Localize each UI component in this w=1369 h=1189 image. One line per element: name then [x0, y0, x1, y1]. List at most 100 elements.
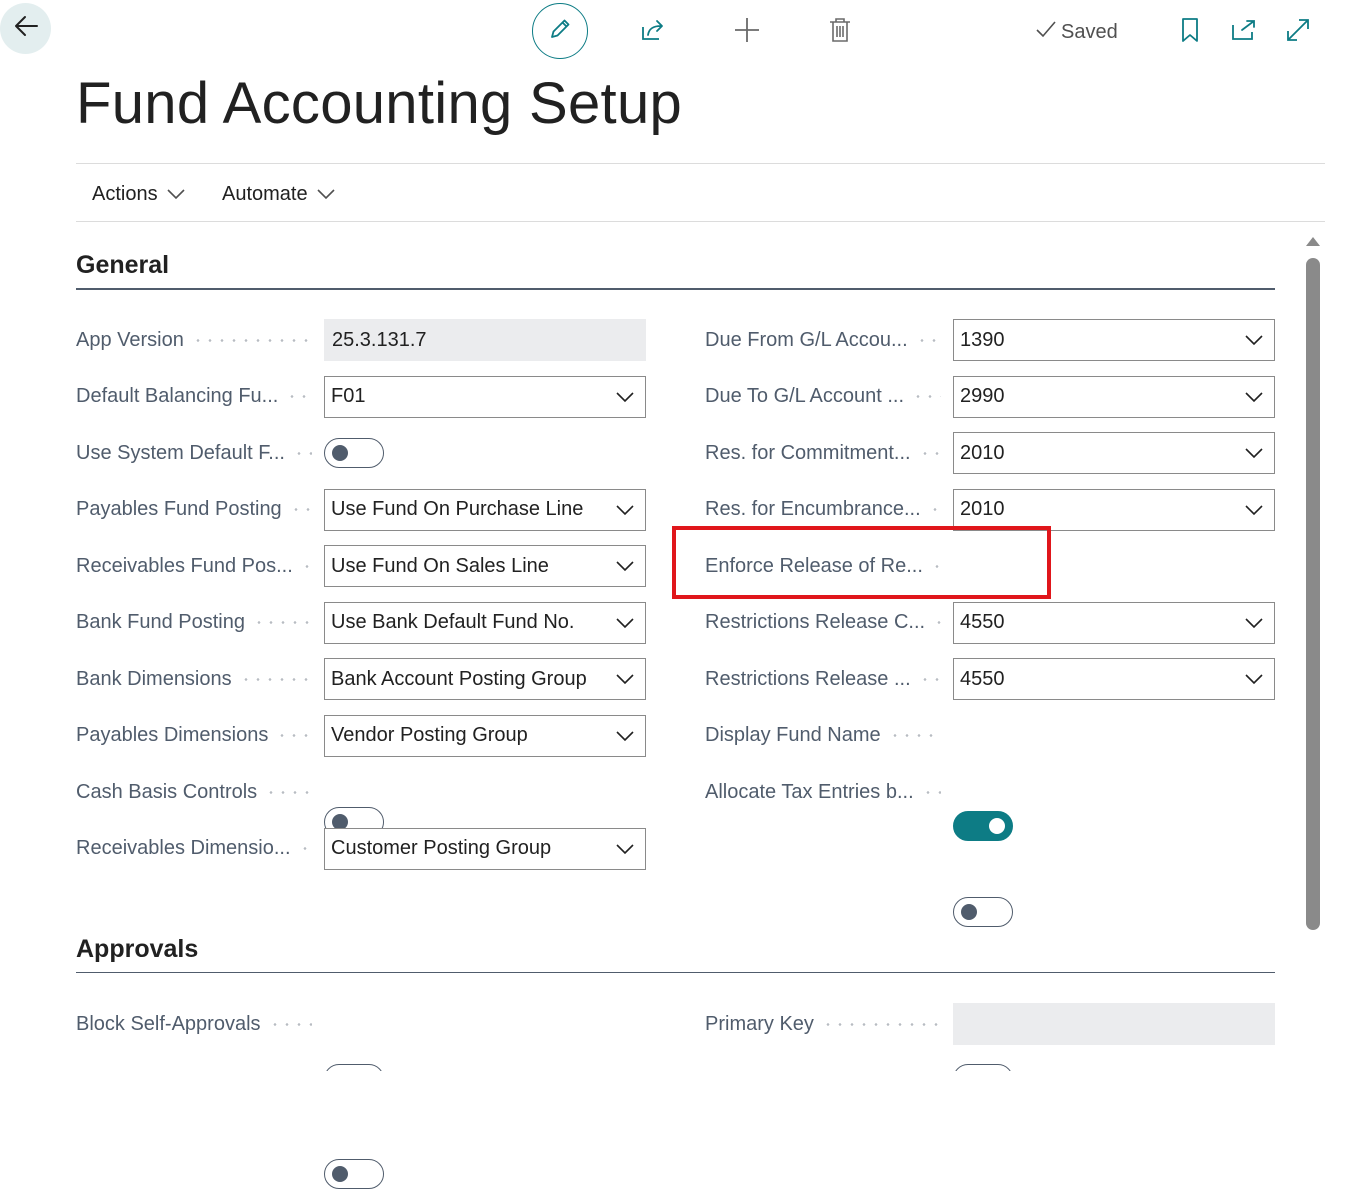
select-value: 2010: [960, 441, 1005, 464]
open-new-window-button[interactable]: [1228, 16, 1260, 48]
select-restrictions-release[interactable]: 4550: [953, 658, 1275, 700]
field-label-restrictions-release: Restrictions Release ...: [705, 658, 941, 700]
scrollbar-thumb[interactable]: [1306, 258, 1320, 930]
automate-menu-label: Automate: [222, 182, 308, 205]
leader-dots: [912, 395, 941, 398]
select-receivables-fund-pos[interactable]: Use Fund On Sales Line: [324, 545, 646, 587]
field-label-due-to-g-l-account: Due To G/L Account ...: [705, 376, 941, 418]
toggle-display-fund-name[interactable]: [953, 810, 1013, 841]
toggle-allocate-tax-entries-b[interactable]: [953, 897, 1013, 927]
select-res-for-encumbrance[interactable]: 2010: [953, 488, 1275, 531]
chevron-down-icon: [605, 617, 645, 629]
select-res-for-commitment[interactable]: 2010: [953, 432, 1275, 474]
select-value: Bank Account Posting Group: [331, 667, 587, 690]
leader-dots: [289, 508, 312, 511]
leader-dots: [298, 847, 312, 850]
delete-button[interactable]: [824, 16, 856, 48]
select-restrictions-release-c[interactable]: 4550: [953, 601, 1275, 644]
saved-status: Saved: [1035, 18, 1118, 46]
leader-dots: [918, 451, 941, 455]
field-label-bank-dimensions: Bank Dimensions: [76, 658, 312, 700]
back-button[interactable]: [0, 3, 51, 54]
field-label-text: Restrictions Release ...: [705, 667, 911, 690]
pencil-icon: [547, 16, 573, 47]
section-title-approvals: Approvals: [76, 935, 199, 963]
leader-dots: [286, 395, 312, 398]
select-default-balancing-fu[interactable]: F01: [324, 375, 646, 418]
actions-menu[interactable]: Actions: [92, 178, 186, 210]
select-bank-dimensions[interactable]: Bank Account Posting Group: [324, 658, 646, 700]
select-value: Customer Posting Group: [331, 837, 552, 859]
field-label-payables-dimensions: Payables Dimensions: [76, 715, 312, 757]
bookmark-icon: [1180, 17, 1200, 48]
select-value: 1390: [960, 328, 1005, 351]
field-label-receivables-dimensio: Receivables Dimensio...: [76, 828, 312, 870]
readonly-field-app-version: 25.3.131.7: [324, 319, 646, 361]
leader-dots: [191, 338, 312, 342]
select-payables-fund-posting[interactable]: Use Fund On Purchase Line: [324, 488, 646, 531]
general-left-column: App Version 25.3.131.7 Default Balancing F…: [0, 0, 1369, 870]
expand-icon: [1285, 17, 1311, 48]
section-divider: [76, 288, 1275, 290]
field-label-default-balancing-fu: Default Balancing Fu...: [76, 376, 312, 418]
leader-dots: [821, 1022, 941, 1026]
select-payables-dimensions[interactable]: Vendor Posting Group: [324, 714, 646, 757]
select-due-from-g-l-accou[interactable]: 1390: [953, 319, 1275, 361]
leader-dots: [265, 790, 312, 794]
menu-divider: [76, 221, 1325, 222]
field-label-due-from-g-l-accou: Due From G/L Accou...: [705, 319, 941, 361]
expand-button[interactable]: [1282, 16, 1314, 48]
toggle-knob: [332, 1166, 348, 1182]
select-bank-fund-posting[interactable]: Use Bank Default Fund No.: [324, 601, 646, 644]
chevron-down-icon: [605, 391, 645, 403]
leader-dots: [921, 790, 941, 794]
select-due-to-g-l-account[interactable]: 2990: [953, 375, 1275, 418]
field-label-text: Due From G/L Accou...: [705, 328, 908, 351]
field-label-text: Bank Fund Posting: [76, 611, 245, 633]
bookmark-button[interactable]: [1174, 16, 1206, 48]
checkmark-icon: [1035, 19, 1057, 45]
chevron-down-icon: [605, 560, 645, 572]
section-divider: [76, 972, 1275, 973]
select-value: F01: [331, 385, 366, 407]
section-title-general: General: [76, 251, 170, 279]
toggle-block-self-approvals[interactable]: [324, 1159, 384, 1189]
leader-dots: [933, 621, 941, 624]
leader-dots: [239, 677, 312, 681]
highlight-box: [672, 526, 1051, 599]
chevron-down-icon: [1234, 617, 1274, 629]
page-title: Fund Accounting Setup: [76, 71, 683, 136]
select-value: Use Fund On Sales Line: [331, 554, 549, 577]
field-label-res-for-commitment: Res. for Commitment...: [705, 432, 941, 474]
approvals-left-column: Block Self-Approvals: [0, 150, 1369, 1189]
automate-menu[interactable]: Automate: [222, 178, 336, 210]
field-label-receivables-fund-pos: Receivables Fund Pos...: [76, 545, 312, 587]
toggle-partial[interactable]: [324, 1064, 384, 1071]
new-button[interactable]: [731, 16, 763, 48]
toggle-knob: [961, 904, 977, 920]
scroll-up-button[interactable]: [1305, 234, 1321, 252]
open-in-new-window-icon: [1230, 17, 1258, 48]
select-receivables-dimensio[interactable]: Customer Posting Group: [324, 827, 646, 870]
field-label-text: Restrictions Release C...: [705, 611, 926, 633]
field-label-text: Bank Dimensions: [76, 667, 232, 690]
field-label-cash-basis-controls: Cash Basis Controls: [76, 771, 312, 813]
toggle-knob: [332, 445, 348, 461]
toggle-use-system-default-f[interactable]: [324, 438, 384, 468]
toggle-partial[interactable]: [953, 1064, 1013, 1071]
leader-dots: [292, 451, 312, 455]
field-label-display-fund-name: Display Fund Name: [705, 715, 941, 757]
edit-button[interactable]: [532, 3, 588, 59]
field-label-primary-key: Primary Key: [705, 1003, 941, 1045]
share-button[interactable]: [637, 16, 669, 48]
field-label-text: Allocate Tax Entries b...: [705, 780, 914, 803]
chevron-down-icon: [316, 183, 336, 206]
field-label-use-system-default-f: Use System Default F...: [76, 432, 312, 474]
leader-dots: [300, 564, 312, 568]
toggle-knob: [989, 817, 1005, 834]
leader-dots: [268, 1022, 312, 1026]
select-value: 2990: [960, 385, 1005, 407]
field-label-text: Cash Basis Controls: [76, 780, 258, 803]
field-label-block-self-approvals: Block Self-Approvals: [76, 1003, 312, 1045]
readonly-field-primary-key: [953, 1003, 1275, 1045]
